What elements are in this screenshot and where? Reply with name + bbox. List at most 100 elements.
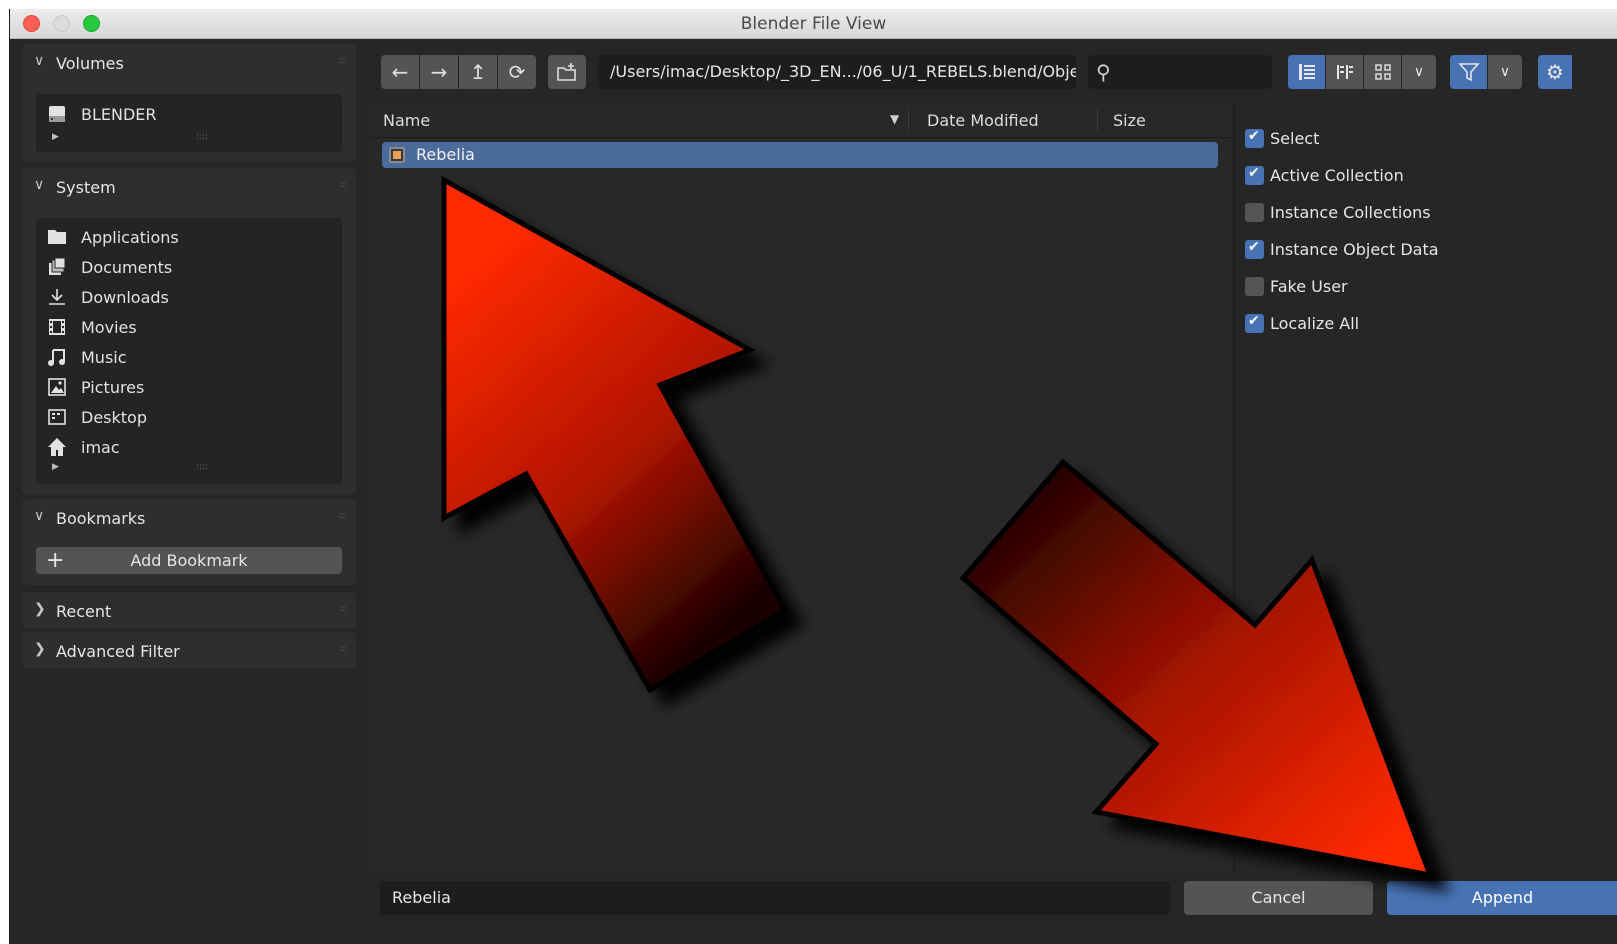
expand-arrow-icon[interactable]: ▶ — [52, 132, 59, 142]
sidebar-item-music[interactable]: Music — [36, 343, 342, 373]
sidebar-item-label: BLENDER — [81, 105, 157, 124]
home-icon — [46, 437, 68, 459]
back-button[interactable]: ← — [381, 55, 419, 89]
checkbox-checked[interactable] — [1245, 313, 1264, 333]
bookmarks-panel: ∨ Bookmarks :::: + Add Bookmark — [22, 499, 356, 585]
checkbox-unchecked[interactable] — [1245, 277, 1264, 296]
sort-descending-icon[interactable]: ▼ — [890, 112, 899, 126]
filter-icon — [1457, 63, 1480, 87]
sidebar-item-label: Downloads — [81, 288, 169, 307]
advanced-filter-panel-header[interactable]: ❯ Advanced Filter :::: — [22, 632, 356, 670]
option-label: Select — [1270, 129, 1320, 148]
display-thumbnails-button[interactable] — [1364, 55, 1401, 89]
directory-path-field[interactable]: /Users/imac/Desktop/_3D_EN.../06_U/1_REB… — [598, 55, 1076, 89]
drag-grip-icon[interactable]: :::: — [338, 180, 347, 190]
advanced-filter-panel[interactable]: ❯ Advanced Filter :::: — [22, 632, 356, 668]
panel-title: Bookmarks — [56, 509, 146, 528]
sidebar-item-label: Desktop — [81, 408, 147, 427]
sidebar-item-documents[interactable]: Documents — [36, 253, 342, 283]
sidebar-item-movies[interactable]: Movies — [36, 313, 342, 343]
chevron-down-icon: ∨ — [34, 53, 45, 69]
expand-arrow-icon[interactable]: ▶ — [52, 462, 59, 472]
arrow-left-icon: ← — [391, 60, 409, 84]
panel-title: Recent — [56, 602, 112, 621]
parent-directory-button[interactable]: ↥ — [459, 55, 497, 89]
film-icon — [46, 317, 68, 339]
column-divider[interactable] — [908, 110, 909, 130]
drag-grip-icon[interactable]: :::: — [338, 644, 347, 654]
add-bookmark-button[interactable]: + Add Bookmark — [36, 547, 342, 574]
desktop-icon — [46, 407, 68, 429]
import-options-panel: Select Active Collection Instance Collec… — [1234, 102, 1617, 874]
add-bookmark-label: Add Bookmark — [130, 551, 248, 570]
display-horizontal-list-button[interactable] — [1326, 55, 1363, 89]
folder-icon — [46, 227, 68, 249]
system-panel-header[interactable]: ∨ System :::: — [22, 168, 356, 206]
recent-panel-header[interactable]: ❯ Recent :::: — [22, 592, 356, 630]
chevron-down-icon: ∨ — [34, 177, 45, 193]
options-toggle-button[interactable]: ⚙ — [1538, 55, 1572, 89]
panel-title: Volumes — [56, 54, 124, 73]
volumes-panel-header[interactable]: ∨ Volumes :::: — [22, 44, 356, 82]
new-directory-button[interactable] — [548, 55, 586, 89]
file-row[interactable]: Rebelia — [382, 142, 1218, 168]
resize-grip-icon[interactable]: :::: — [196, 132, 208, 142]
sidebar-item-imac[interactable]: imac — [36, 433, 342, 463]
file-browser-window: Blender File View ∨ Volumes :::: BLENDER… — [9, 9, 1617, 944]
checkbox-unchecked[interactable] — [1245, 203, 1264, 222]
cancel-button[interactable]: Cancel — [1184, 881, 1373, 915]
resize-grip-icon[interactable]: :::: — [196, 462, 208, 472]
gear-icon: ⚙ — [1546, 60, 1564, 84]
search-icon: ⚲ — [1096, 60, 1111, 84]
refresh-button[interactable]: ⟳ — [498, 55, 536, 89]
column-date-modified[interactable]: Date Modified — [927, 111, 1039, 130]
display-vertical-list-button[interactable] — [1288, 55, 1325, 89]
sidebar-item-applications[interactable]: Applications — [36, 223, 342, 253]
column-name[interactable]: Name — [383, 111, 430, 130]
sidebar-item-label: Pictures — [81, 378, 145, 397]
sidebar-item-pictures[interactable]: Pictures — [36, 373, 342, 403]
option-label: Localize All — [1270, 314, 1360, 333]
append-button[interactable]: Append — [1387, 881, 1617, 915]
window-title: Blender File View — [740, 14, 887, 34]
display-settings-dropdown[interactable]: ∨ — [1402, 55, 1436, 89]
sidebar-item-desktop[interactable]: Desktop — [36, 403, 342, 433]
chevron-down-icon: ∨ — [1413, 64, 1425, 80]
sidebar-item-downloads[interactable]: Downloads — [36, 283, 342, 313]
file-list: Name ▼ Date Modified Size Rebelia — [370, 102, 1232, 874]
bottom-bar: Rebelia Cancel Append — [370, 875, 1617, 944]
image-icon — [46, 377, 68, 399]
filter-toggle-button[interactable] — [1450, 55, 1487, 89]
chevron-right-icon: ❯ — [34, 601, 46, 617]
recent-panel[interactable]: ❯ Recent :::: — [22, 592, 356, 628]
list-horizontal-icon — [1335, 65, 1355, 86]
column-size[interactable]: Size — [1113, 111, 1146, 130]
object-icon — [389, 147, 405, 163]
system-panel: ∨ System :::: Applications Documents Dow… — [22, 168, 356, 494]
checkbox-checked[interactable] — [1245, 128, 1264, 148]
drag-grip-icon[interactable]: :::: — [338, 604, 347, 614]
option-label: Active Collection — [1270, 166, 1404, 185]
filter-settings-dropdown[interactable]: ∨ — [1488, 55, 1522, 89]
filename-field[interactable]: Rebelia — [380, 881, 1170, 915]
checkbox-checked[interactable] — [1245, 239, 1264, 259]
sidebar-item-label: Documents — [81, 258, 173, 277]
documents-icon — [46, 257, 68, 279]
sidebar-item-label: Applications — [81, 228, 179, 247]
checkbox-checked[interactable] — [1245, 165, 1264, 185]
music-icon — [46, 347, 68, 369]
chevron-down-icon: ∨ — [1499, 64, 1511, 80]
drag-grip-icon[interactable]: :::: — [338, 511, 347, 521]
panel-title: System — [56, 178, 116, 197]
toolbar: ← → ↥ ⟳ /Users/imac/Desktop/_3D_EN.../06… — [370, 40, 1617, 100]
drag-grip-icon[interactable]: :::: — [338, 56, 347, 66]
column-divider[interactable] — [1097, 110, 1098, 130]
filter-search-input[interactable]: ⚲ — [1088, 55, 1272, 89]
panel-title: Advanced Filter — [56, 642, 180, 661]
forward-button[interactable]: → — [420, 55, 458, 89]
volume-item-blender[interactable]: BLENDER — [36, 100, 342, 130]
sidebar-item-label: Music — [81, 348, 127, 367]
title-bar: Blender File View — [10, 9, 1617, 39]
bookmarks-panel-header[interactable]: ∨ Bookmarks :::: — [22, 499, 356, 537]
volumes-panel: ∨ Volumes :::: BLENDER ▶ :::: — [22, 44, 356, 162]
